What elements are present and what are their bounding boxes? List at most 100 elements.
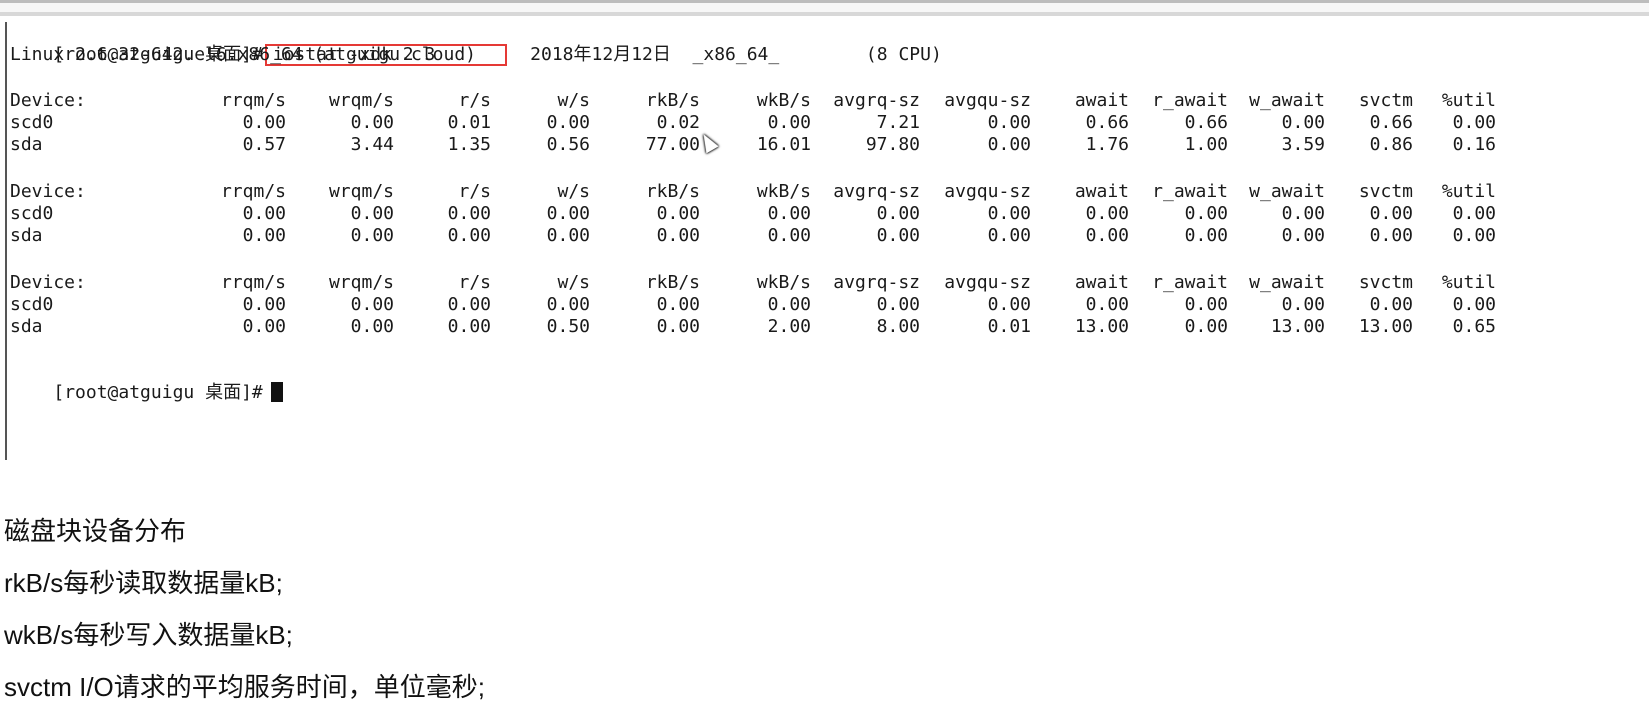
- table-cell: 0.00: [876, 294, 920, 315]
- column-header-rrqm-s: rrqm/s: [220, 272, 286, 293]
- table-cell: 0.00: [447, 203, 491, 224]
- table-cell: 0.00: [1281, 112, 1325, 133]
- table-cell: 0.00: [876, 225, 920, 246]
- column-header-svctm: svctm: [1358, 272, 1413, 293]
- column-header-await: await: [1074, 90, 1129, 111]
- device-name: sda: [10, 225, 43, 246]
- table-cell: 0.01: [447, 112, 491, 133]
- system-info-line: Linux 2.6.32-642.el6.x86_64 (atguigu.clo…: [10, 44, 942, 65]
- table-cell: 1.00: [1184, 134, 1228, 155]
- table-cell: 0.00: [656, 316, 700, 337]
- column-header-rrqm-s: rrqm/s: [220, 90, 286, 111]
- command-line: [root@atguigu 桌面]# iostat -xdk 2 3: [10, 22, 508, 66]
- column-header-device: Device:: [10, 272, 86, 293]
- notes-section: 磁盘块设备分布 rkB/s每秒读取数据量kB; wkB/s每秒写入数据量kB; …: [4, 505, 1604, 709]
- column-header-w-s: w/s: [557, 272, 590, 293]
- table-cell: 0.02: [656, 112, 700, 133]
- column-header-avgrq-sz: avgrq-sz: [833, 272, 920, 293]
- table-cell: 0.00: [242, 112, 286, 133]
- column-header-avgrq-sz: avgrq-sz: [833, 181, 920, 202]
- table-cell: 0.00: [1085, 203, 1129, 224]
- table-cell: 0.00: [546, 294, 590, 315]
- table-cell: 0.00: [1452, 225, 1496, 246]
- table-cell: 0.00: [1184, 203, 1228, 224]
- note-disk-block: 磁盘块设备分布: [4, 516, 187, 546]
- table-cell: 0.00: [546, 203, 590, 224]
- column-header-wrqm-s: wrqm/s: [328, 181, 394, 202]
- column-header-r-s: r/s: [458, 181, 491, 202]
- table-cell: 1.35: [447, 134, 491, 155]
- column-header-w-await: w_await: [1249, 90, 1325, 111]
- table-cell: 0.00: [447, 225, 491, 246]
- table-cell: 0.00: [987, 225, 1031, 246]
- column-header-r-s: r/s: [458, 272, 491, 293]
- note-wkbs: wkB/s每秒写入数据量kB;: [4, 620, 293, 650]
- shell-prompt-final: [root@atguigu 桌面]#: [53, 382, 263, 403]
- column-header-device: Device:: [10, 181, 86, 202]
- table-cell: 13.00: [1270, 316, 1325, 337]
- column-header-wkb-s: wkB/s: [756, 272, 811, 293]
- device-name: scd0: [10, 112, 54, 133]
- table-cell: 0.00: [350, 316, 394, 337]
- note-rkbs: rkB/s每秒读取数据量kB;: [4, 568, 283, 598]
- table-cell: 7.21: [876, 112, 920, 133]
- terminal-output[interactable]: [root@atguigu 桌面]# iostat -xdk 2 3 Linux …: [5, 22, 1635, 460]
- table-cell: 16.01: [756, 134, 811, 155]
- table-cell: 0.50: [546, 316, 590, 337]
- table-cell: 0.66: [1085, 112, 1129, 133]
- table-cell: 0.00: [350, 225, 394, 246]
- column-header--util: %util: [1441, 181, 1496, 202]
- final-prompt-line[interactable]: [root@atguigu 桌面]#: [10, 360, 283, 403]
- column-header--util: %util: [1441, 272, 1496, 293]
- table-cell: 0.00: [876, 203, 920, 224]
- column-header-svctm: svctm: [1358, 181, 1413, 202]
- table-cell: 0.00: [1452, 203, 1496, 224]
- table-cell: 0.16: [1452, 134, 1496, 155]
- window-top-border: [0, 0, 1649, 16]
- table-cell: 0.00: [1452, 294, 1496, 315]
- column-header--util: %util: [1441, 90, 1496, 111]
- column-header-r-s: r/s: [458, 90, 491, 111]
- table-cell: 0.00: [767, 203, 811, 224]
- table-cell: 0.86: [1369, 134, 1413, 155]
- table-cell: 0.00: [1184, 316, 1228, 337]
- table-cell: 0.00: [350, 203, 394, 224]
- column-header-avgrq-sz: avgrq-sz: [833, 90, 920, 111]
- column-header-rrqm-s: rrqm/s: [220, 181, 286, 202]
- column-header-r-await: r_await: [1152, 272, 1228, 293]
- table-cell: 0.00: [1085, 294, 1129, 315]
- table-cell: 0.00: [1085, 225, 1129, 246]
- table-cell: 0.00: [447, 316, 491, 337]
- column-header-avgqu-sz: avgqu-sz: [944, 90, 1031, 111]
- note-svctm: svctm I/O请求的平均服务时间，单位毫秒;: [4, 672, 486, 702]
- table-cell: 0.00: [987, 294, 1031, 315]
- table-cell: 3.59: [1281, 134, 1325, 155]
- table-cell: 0.00: [1184, 225, 1228, 246]
- table-cell: 0.00: [242, 294, 286, 315]
- column-header-await: await: [1074, 272, 1129, 293]
- table-cell: 0.00: [1369, 203, 1413, 224]
- table-cell: 0.00: [987, 134, 1031, 155]
- table-cell: 0.00: [242, 203, 286, 224]
- table-cell: 0.00: [1369, 294, 1413, 315]
- device-name: sda: [10, 316, 43, 337]
- table-cell: 0.00: [1281, 225, 1325, 246]
- table-cell: 0.00: [546, 225, 590, 246]
- table-cell: 0.00: [447, 294, 491, 315]
- column-header-rkb-s: rkB/s: [645, 181, 700, 202]
- device-name: scd0: [10, 294, 54, 315]
- table-cell: 0.00: [1184, 294, 1228, 315]
- device-name: scd0: [10, 203, 54, 224]
- table-cell: 0.00: [987, 112, 1031, 133]
- column-header-rkb-s: rkB/s: [645, 272, 700, 293]
- table-cell: 0.56: [546, 134, 590, 155]
- table-cell: 0.00: [767, 294, 811, 315]
- column-header-wrqm-s: wrqm/s: [328, 272, 394, 293]
- table-cell: 3.44: [350, 134, 394, 155]
- table-cell: 0.00: [767, 112, 811, 133]
- table-cell: 0.00: [350, 112, 394, 133]
- table-cell: 0.00: [1452, 112, 1496, 133]
- table-cell: 0.00: [656, 294, 700, 315]
- table-cell: 13.00: [1358, 316, 1413, 337]
- column-header-w-s: w/s: [557, 181, 590, 202]
